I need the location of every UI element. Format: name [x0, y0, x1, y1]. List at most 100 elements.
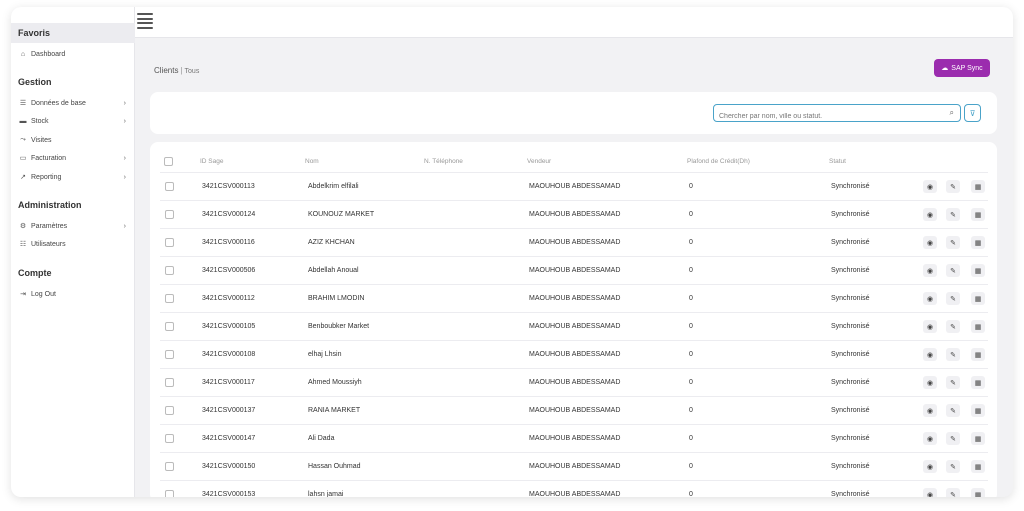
- edit-button[interactable]: ✎: [946, 460, 960, 473]
- view-button[interactable]: ◉: [923, 460, 937, 473]
- table-row[interactable]: 3421CSV000506 Abdellah Anoual MAOUHOUB ABD…: [160, 256, 988, 284]
- row-checkbox[interactable]: [165, 378, 174, 387]
- column-header-vendeur[interactable]: Vendeur: [527, 158, 551, 165]
- column-header-telephone[interactable]: N. Téléphone: [424, 158, 463, 165]
- table-row[interactable]: 3421CSV000108 elhaj Lhsin MAOUHOUB ABDESSA…: [160, 340, 988, 368]
- edit-button[interactable]: ✎: [946, 404, 960, 417]
- more-button[interactable]: ▦: [971, 376, 985, 389]
- cell-vendeur: MAOUHOUB ABDESSAMAD: [529, 407, 621, 414]
- cell-statut: Synchronisé: [831, 379, 870, 386]
- more-button[interactable]: ▦: [971, 208, 985, 221]
- column-header-statut[interactable]: Statut: [829, 158, 846, 165]
- view-button[interactable]: ◉: [923, 320, 937, 333]
- view-button[interactable]: ◉: [923, 348, 937, 361]
- cell-statut: Synchronisé: [831, 295, 870, 302]
- more-button[interactable]: ▦: [971, 264, 985, 277]
- edit-button[interactable]: ✎: [946, 180, 960, 193]
- chevron-right-icon: ›: [123, 222, 126, 230]
- more-button[interactable]: ▦: [971, 460, 985, 473]
- view-button[interactable]: ◉: [923, 292, 937, 305]
- sidebar-item-utilisateurs[interactable]: ☷ Utilisateurs: [18, 237, 128, 251]
- select-all-checkbox[interactable]: [164, 157, 173, 166]
- more-button[interactable]: ▦: [971, 292, 985, 305]
- view-button[interactable]: ◉: [923, 404, 937, 417]
- cell-nom: Benboubker Market: [308, 323, 370, 330]
- sidebar-item-stock[interactable]: ▬ Stock ›: [18, 114, 128, 128]
- row-checkbox[interactable]: [165, 294, 174, 303]
- sidebar-item-facturation[interactable]: ▭ Facturation ›: [18, 151, 128, 165]
- menu-icon[interactable]: [137, 13, 153, 29]
- row-checkbox[interactable]: [165, 322, 174, 331]
- more-button[interactable]: ▦: [971, 432, 985, 445]
- view-button[interactable]: ◉: [923, 376, 937, 389]
- column-header-plafond[interactable]: Plafond de Crédit(Dh): [687, 158, 750, 165]
- table-row[interactable]: 3421CSV000137 RANIA MARKET MAOUHOUB ABDESS…: [160, 396, 988, 424]
- view-button[interactable]: ◉: [923, 432, 937, 445]
- column-header-id-sage[interactable]: ID Sage: [200, 158, 224, 165]
- edit-button[interactable]: ✎: [946, 292, 960, 305]
- edit-button[interactable]: ✎: [946, 320, 960, 333]
- table-row[interactable]: 3421CSV000112 BRAHIM LMODIN MAOUHOUB ABDES…: [160, 284, 988, 312]
- table-row[interactable]: 3421CSV000113 Abdelkrim elfilali MAOUHOUB …: [160, 172, 988, 200]
- more-button[interactable]: ▦: [971, 488, 985, 497]
- edit-button[interactable]: ✎: [946, 264, 960, 277]
- cell-nom: Ali Dada: [308, 435, 335, 442]
- sidebar-item-parametres[interactable]: ⚙ Paramètres ›: [18, 219, 128, 233]
- row-checkbox[interactable]: [165, 266, 174, 275]
- column-header-nom[interactable]: Nom: [305, 158, 319, 165]
- search-field: ⌕: [713, 104, 961, 125]
- view-button[interactable]: ◉: [923, 264, 937, 277]
- more-button[interactable]: ▦: [971, 236, 985, 249]
- more-button[interactable]: ▦: [971, 320, 985, 333]
- row-checkbox[interactable]: [165, 434, 174, 443]
- sidebar-item-donnees-de-base[interactable]: ☰ Données de base ›: [18, 96, 128, 110]
- row-checkbox[interactable]: [165, 182, 174, 191]
- row-checkbox[interactable]: [165, 238, 174, 247]
- search-input[interactable]: [714, 108, 934, 125]
- sap-sync-button[interactable]: ☁ SAP Sync: [934, 59, 990, 77]
- pencil-icon: ✎: [950, 435, 956, 443]
- edit-button[interactable]: ✎: [946, 432, 960, 445]
- table-row[interactable]: 3421CSV000116 AZIZ KHCHAN MAOUHOUB ABDESSA…: [160, 228, 988, 256]
- view-button[interactable]: ◉: [923, 180, 937, 193]
- cell-vendeur: MAOUHOUB ABDESSAMAD: [529, 351, 621, 358]
- table-row[interactable]: 3421CSV000117 Ahmed Moussiyh MAOUHOUB ABDE…: [160, 368, 988, 396]
- search-icon[interactable]: ⌕: [950, 108, 954, 118]
- table-row[interactable]: 3421CSV000150 Hassan Ouhmad MAOUHOUB ABDES…: [160, 452, 988, 480]
- eye-icon: ◉: [926, 491, 934, 498]
- grid-icon: ▦: [974, 379, 982, 387]
- view-button[interactable]: ◉: [923, 236, 937, 249]
- eye-icon: ◉: [926, 295, 934, 303]
- cell-statut: Synchronisé: [831, 463, 870, 470]
- more-button[interactable]: ▦: [971, 404, 985, 417]
- breadcrumb-title[interactable]: Clients: [154, 66, 178, 75]
- table-row[interactable]: 3421CSV000153 lahsn jamai MAOUHOUB ABDESSA…: [160, 480, 988, 497]
- edit-button[interactable]: ✎: [946, 208, 960, 221]
- more-button[interactable]: ▦: [971, 348, 985, 361]
- sidebar-item-visites[interactable]: ⤳ Visites: [18, 133, 128, 147]
- sidebar-item-dashboard[interactable]: ⌂ Dashboard: [18, 47, 128, 61]
- row-checkbox[interactable]: [165, 350, 174, 359]
- view-button[interactable]: ◉: [923, 208, 937, 221]
- edit-button[interactable]: ✎: [946, 376, 960, 389]
- cell-statut: Synchronisé: [831, 239, 870, 246]
- table-row[interactable]: 3421CSV000124 KOUNOUZ MARKET MAOUHOUB ABDE…: [160, 200, 988, 228]
- more-button[interactable]: ▦: [971, 180, 985, 193]
- row-checkbox[interactable]: [165, 462, 174, 471]
- pencil-icon: ✎: [950, 379, 956, 387]
- row-checkbox[interactable]: [165, 406, 174, 415]
- breadcrumb: Clients | Tous: [154, 66, 200, 75]
- edit-button[interactable]: ✎: [946, 488, 960, 497]
- row-checkbox[interactable]: [165, 210, 174, 219]
- row-checkbox[interactable]: [165, 490, 174, 497]
- app-window: Favoris ⌂ Dashboard Gestion ☰ Données de…: [11, 7, 1013, 497]
- cell-nom: BRAHIM LMODIN: [308, 295, 365, 302]
- table-row[interactable]: 3421CSV000105 Benboubker Market MAOUHOUB A…: [160, 312, 988, 340]
- table-row[interactable]: 3421CSV000147 Ali Dada MAOUHOUB ABDESSAMAD…: [160, 424, 988, 452]
- sidebar-item-reporting[interactable]: ↗ Reporting ›: [18, 170, 128, 184]
- edit-button[interactable]: ✎: [946, 236, 960, 249]
- view-button[interactable]: ◉: [923, 488, 937, 497]
- filter-button[interactable]: ⊽: [964, 104, 981, 122]
- edit-button[interactable]: ✎: [946, 348, 960, 361]
- sidebar-item-logout[interactable]: ⇥ Log Out: [18, 287, 128, 301]
